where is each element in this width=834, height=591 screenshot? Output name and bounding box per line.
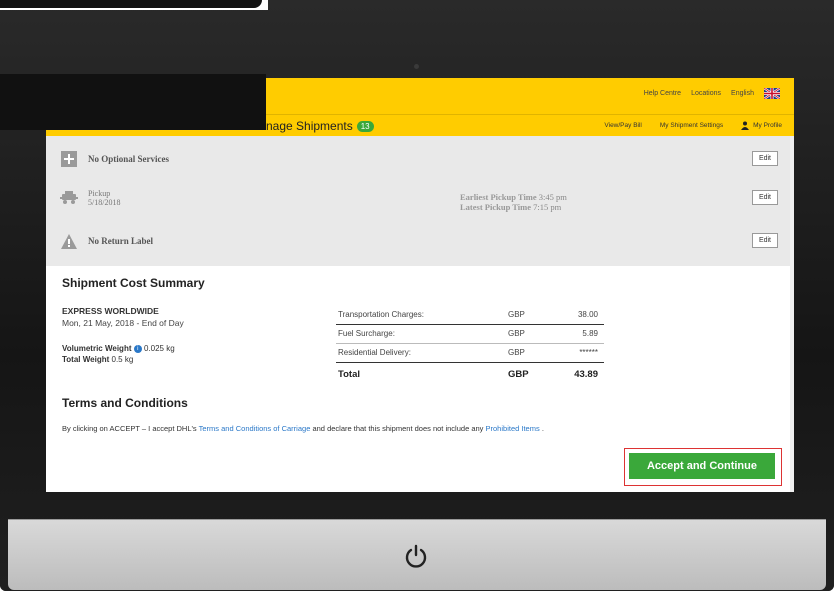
edit-return-label-button[interactable]: Edit <box>751 233 778 248</box>
pickup-truck-icon <box>60 189 78 207</box>
return-label-text: No Return Label <box>88 236 153 246</box>
charge-currency: GBP <box>508 329 525 338</box>
warning-icon <box>60 232 78 250</box>
pickup-row: Pickup 5/18/2018 Earliest Pickup Time 3:… <box>60 182 790 214</box>
earliest-pickup-label: Earliest Pickup Time <box>460 192 537 202</box>
service-name: EXPRESS WORLDWIDE <box>62 306 159 316</box>
terms-heading: Terms and Conditions <box>62 396 188 410</box>
latest-pickup-time: 7:15 pm <box>533 202 562 212</box>
prohibited-items-link[interactable]: Prohibited Items <box>486 424 540 433</box>
accept-continue-button[interactable]: Accept and Continue <box>629 453 775 479</box>
terms-text: By clicking on ACCEPT – I accept DHL's T… <box>62 424 544 433</box>
optional-services-label: No Optional Services <box>88 154 169 164</box>
optional-services-row: No Optional Services Edit <box>60 146 790 172</box>
latest-pickup-label: Latest Pickup Time <box>460 202 531 212</box>
charge-label: Fuel Surcharge: <box>338 329 395 338</box>
info-icon[interactable]: i <box>133 344 142 353</box>
pickup-times: Earliest Pickup Time 3:45 pm Latest Pick… <box>460 192 567 212</box>
charges-table: Transportation Charges: GBP 38.00 Fuel S… <box>336 306 604 385</box>
total-weight: Total Weight 0.5 kg <box>62 355 133 364</box>
accept-highlight: Accept and Continue <box>624 448 782 486</box>
charge-currency: GBP <box>508 310 525 319</box>
overlay-panel <box>0 74 266 130</box>
view-pay-bill-link[interactable]: View/Pay Bill <box>604 122 641 129</box>
language-select[interactable]: English <box>731 90 754 97</box>
top-links: Help Centre Locations English <box>644 88 780 99</box>
terms-of-carriage-link[interactable]: Terms and Conditions of Carriage <box>199 424 311 433</box>
volumetric-weight-value: 0.025 kg <box>143 344 175 353</box>
power-icon[interactable] <box>403 543 429 569</box>
volumetric-weight: Volumetric Weight i 0.025 kg <box>62 344 175 353</box>
user-icon <box>741 121 750 130</box>
my-profile-link[interactable]: My Profile <box>741 121 782 130</box>
manage-shipments-label: nage Shipments <box>266 119 353 133</box>
edit-optional-services-button[interactable]: Edit <box>751 151 778 166</box>
cost-summary-heading: Shipment Cost Summary <box>62 276 205 290</box>
charge-row: Residential Delivery: GBP ****** <box>336 344 604 363</box>
total-amount: 43.89 <box>574 369 598 380</box>
device-frame: Help Centre Locations English nage Shipm… <box>0 0 834 591</box>
total-weight-value: 0.5 kg <box>111 355 134 364</box>
total-currency: GBP <box>508 369 529 380</box>
bottom-bezel <box>8 520 826 590</box>
charge-row: Transportation Charges: GBP 38.00 <box>336 306 604 325</box>
pickup-date: 5/18/2018 <box>88 198 121 207</box>
screen: Help Centre Locations English nage Shipm… <box>46 78 794 492</box>
charge-amount: ****** <box>579 348 598 357</box>
charge-label: Residential Delivery: <box>338 348 411 357</box>
service-date: Mon, 21 May, 2018 - End of Day <box>62 318 184 328</box>
edit-pickup-button[interactable]: Edit <box>751 190 778 205</box>
charge-currency: GBP <box>508 348 525 357</box>
charge-label: Transportation Charges: <box>338 310 424 319</box>
charge-amount: 38.00 <box>577 310 598 319</box>
pickup-label: Pickup <box>88 189 111 198</box>
total-weight-label: Total Weight <box>62 355 110 364</box>
terms-middle: and declare that this shipment does not … <box>312 424 484 433</box>
uk-flag-icon[interactable] <box>764 88 780 99</box>
locations-link[interactable]: Locations <box>691 90 721 97</box>
my-profile-label: My Profile <box>753 122 782 129</box>
volumetric-weight-label: Volumetric Weight <box>62 344 132 353</box>
manage-shipments-title[interactable]: nage Shipments 13 <box>266 119 374 133</box>
total-label: Total <box>338 369 360 380</box>
shipment-settings-link[interactable]: My Shipment Settings <box>660 122 723 129</box>
terms-prefix: By clicking on ACCEPT – I accept DHL's <box>62 424 197 433</box>
sub-links: View/Pay Bill My Shipment Settings My Pr… <box>604 121 782 130</box>
charge-row: Fuel Surcharge: GBP 5.89 <box>336 325 604 344</box>
charge-amount: 5.89 <box>582 329 598 338</box>
plus-icon <box>60 150 78 168</box>
scrollbar[interactable] <box>790 136 794 492</box>
terms-suffix: . <box>541 424 544 433</box>
camera-dot <box>414 64 419 69</box>
shipment-count-badge: 13 <box>356 120 374 132</box>
return-label-row: No Return Label Edit <box>60 228 790 254</box>
earliest-pickup-time: 3:45 pm <box>538 192 567 202</box>
total-row: Total GBP 43.89 <box>336 363 604 385</box>
options-panel: No Optional Services Edit Pickup 5/18/20… <box>46 136 794 266</box>
help-centre-link[interactable]: Help Centre <box>644 90 681 97</box>
frame-tab <box>0 0 262 8</box>
